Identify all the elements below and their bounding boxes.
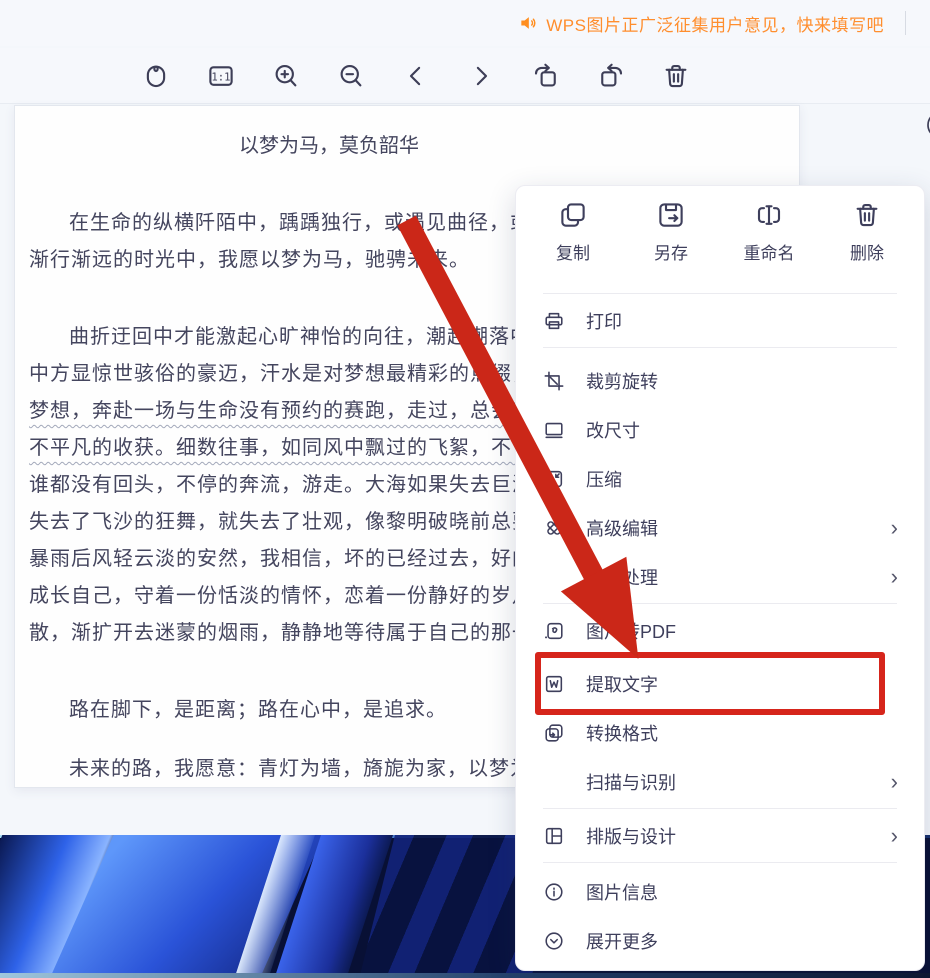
quick-action-label: 删除 [850,244,884,263]
actual-size-button[interactable]: 1:1 [203,58,239,94]
notification-banner[interactable]: WPS图片正广泛征集用户意见，快来填写吧 [518,11,884,36]
chevron-left-icon [409,66,421,86]
submenu-chevron-icon: › [890,563,898,589]
actual-size-1to1-icon: 1:1 [209,66,233,86]
rotate-left-button[interactable] [528,58,564,94]
context-menu: 复制 另存 重命名 删除 打印 裁剪旋转 改尺寸 压缩 高级编辑 › 批量处理 … [515,185,925,971]
hand-tool-icon [146,65,166,87]
menu-item-label: 图片信息 [586,882,658,903]
convert-format-icon [542,721,566,745]
notification-text: WPS图片正广泛征集用户意见，快来填写吧 [546,15,884,35]
trash-icon [856,203,878,227]
expand-more-icon [542,929,566,953]
menu-item-label: 压缩 [586,469,622,490]
zoom-out-icon [340,64,362,87]
menu-item-crop-rotate[interactable]: 裁剪旋转 [516,356,924,405]
delete-image-button[interactable] [658,58,694,94]
quick-action-label: 重命名 [743,244,795,263]
rename-icon [757,205,781,225]
menu-item-image-info[interactable]: 图片信息 [516,867,924,916]
menu-item-label: 高级编辑 [586,518,658,539]
menu-item-label: 展开更多 [586,931,658,952]
previous-image-button[interactable] [398,58,434,94]
menu-item-compress[interactable]: 压缩 [516,454,924,503]
quick-action-label: 复制 [556,244,590,263]
info-icon [542,880,566,904]
layout-design-icon [542,824,566,848]
menu-item-label: 转换格式 [586,723,658,744]
menu-item-layout-design[interactable]: 排版与设计 › [516,811,924,860]
menu-divider [543,808,897,809]
menu-item-label: 打印 [586,311,622,332]
partial-circle-icon [927,116,930,134]
delete-button[interactable]: 删除 [835,200,899,291]
quick-action-label: 另存 [654,244,688,263]
image-toolbar: 1:1 [0,48,930,134]
image-to-pdf-icon [542,619,566,643]
zoom-out-button[interactable] [333,58,369,94]
svg-text:1:1: 1:1 [211,70,230,83]
save-as-button[interactable]: 另存 [639,200,703,291]
submenu-chevron-icon: › [890,514,898,540]
highlight-box-extract-text [535,652,885,715]
printer-icon [542,309,566,333]
zoom-in-icon [275,64,297,87]
topbar-divider [905,11,906,35]
document-title: 以梦为马，莫负韶华 [239,135,419,157]
copy-icon [561,203,585,227]
menu-item-label: 扫描与识别 [586,772,676,793]
hand-tool-button[interactable] [138,58,174,94]
zoom-in-button[interactable] [268,58,304,94]
clipped-toolbar-button[interactable] [912,108,930,142]
save-as-icon [659,203,683,227]
rotate-right-button[interactable] [593,58,629,94]
menu-item-convert-format[interactable]: 转换格式 [516,708,924,757]
copy-button[interactable]: 复制 [541,200,605,291]
menu-item-print[interactable]: 打印 [516,296,924,345]
menu-item-expand-more[interactable]: 展开更多 [516,916,924,965]
menu-item-label: 改尺寸 [586,420,640,441]
speaker-icon [521,17,536,29]
menu-item-label: 排版与设计 [586,826,676,847]
rotate-right-icon [601,63,623,87]
rotate-left-icon [534,63,556,87]
crop-rotate-icon [542,369,566,393]
rename-button[interactable]: 重命名 [737,200,801,291]
menu-divider [543,347,897,348]
toolbar-separator [0,103,930,104]
submenu-chevron-icon: › [890,768,898,794]
resize-icon [542,418,566,442]
menu-item-scan-recognize[interactable]: 扫描与识别 › [516,757,924,806]
submenu-chevron-icon: › [890,822,898,848]
quick-actions-row: 复制 另存 重命名 删除 [516,200,924,291]
menu-item-resize[interactable]: 改尺寸 [516,405,924,454]
menu-divider [543,862,897,863]
next-image-button[interactable] [463,58,499,94]
notification-bar: WPS图片正广泛征集用户意见，快来填写吧 [0,0,930,46]
menu-item-label: 裁剪旋转 [586,371,658,392]
wps-image-viewer-window: WPS图片正广泛征集用户意见，快来填写吧 1:1 以梦为马，莫负韶华 在生命的纵… [0,0,930,978]
menu-divider [543,293,897,294]
chevron-right-icon [476,66,488,86]
trash-icon [665,64,687,88]
